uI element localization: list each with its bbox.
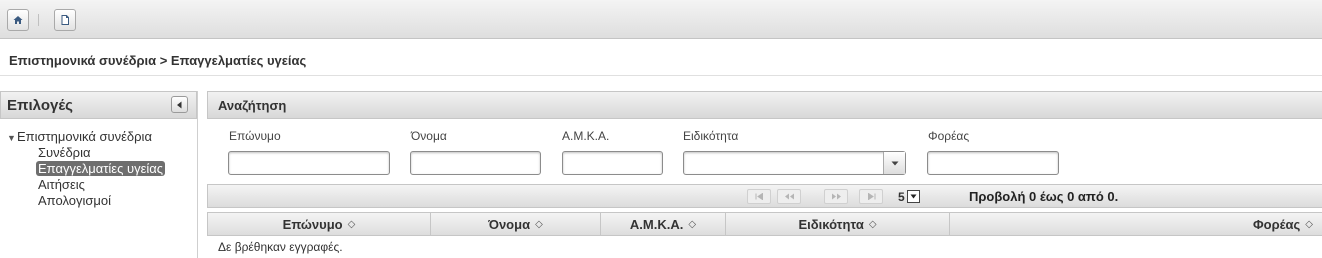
sort-icon: ◇ [347, 218, 356, 230]
rows-per-page-select[interactable]: 5 [898, 189, 920, 204]
column-header-name[interactable]: Όνομα ◇ [431, 213, 601, 235]
rows-per-page-value: 5 [898, 189, 905, 204]
chevron-down-icon [891, 161, 898, 165]
organization-input[interactable] [927, 151, 1059, 175]
sort-icon: ◇ [535, 218, 543, 230]
options-panel: Επιλογές ▼Επιστημονικά συνέδρια Συνέδρια… [0, 91, 198, 258]
triangle-left-icon [177, 101, 182, 108]
results-table-header: Επώνυμο ◇ Όνομα ◇ Α.Μ.Κ.Α. ◇ Ειδικότητα ◇ Φο… [207, 212, 1322, 236]
rows-per-page-dropdown-icon[interactable] [906, 190, 920, 203]
specialty-label: Ειδικότητα [683, 129, 739, 143]
divider [0, 75, 1322, 76]
paginator: 5 Προβολή 0 έως 0 από 0. [207, 184, 1322, 208]
column-header-surname[interactable]: Επώνυμο ◇ [208, 213, 431, 235]
first-page-icon [755, 193, 763, 200]
tree-item-health-professionals[interactable]: Επαγγελματίες υγείας [36, 161, 166, 176]
amka-label: Α.Μ.Κ.Α. [562, 129, 610, 143]
top-toolbar [0, 0, 1322, 39]
sort-icon: ◇ [868, 218, 877, 230]
search-panel-title: Αναζήτηση [218, 98, 287, 113]
surname-label: Επώνυμο [229, 129, 281, 143]
tree-item-applications[interactable]: Αιτήσεις [38, 177, 85, 192]
expand-toggle-icon[interactable]: ▼ [7, 133, 17, 143]
name-label: Όνομα [411, 129, 447, 143]
search-panel-header: Αναζήτηση [207, 91, 1322, 119]
collapse-panel-button[interactable] [171, 96, 188, 113]
options-panel-title: Επιλογές [7, 97, 73, 114]
pagination-info: Προβολή 0 έως 0 από 0. [969, 189, 1119, 204]
options-panel-header: Επιλογές [0, 91, 197, 119]
tree-root-conferences[interactable]: ▼Επιστημονικά συνέδρια [7, 129, 152, 144]
empty-results-message: Δε βρέθηκαν εγγραφές. [218, 240, 343, 254]
surname-input[interactable] [228, 151, 390, 175]
next-page-button[interactable] [824, 189, 848, 204]
last-page-button[interactable] [859, 189, 883, 204]
sort-icon: ◇ [1305, 218, 1313, 230]
home-button[interactable] [7, 9, 29, 31]
organization-label: Φορέας [928, 129, 970, 143]
previous-page-icon [784, 193, 794, 200]
amka-input[interactable] [562, 151, 663, 175]
home-icon [13, 16, 23, 24]
previous-page-button[interactable] [777, 189, 801, 204]
column-header-organization[interactable]: Φορέας ◇ [950, 213, 1321, 235]
next-page-icon [831, 193, 841, 200]
specialty-dropdown-button[interactable] [883, 152, 905, 174]
tree-item-conferences[interactable]: Συνέδρια [38, 145, 90, 160]
toolbar-separator [38, 14, 39, 26]
name-input[interactable] [410, 151, 541, 175]
first-page-button[interactable] [747, 189, 771, 204]
sort-icon: ◇ [688, 218, 697, 230]
page-icon [61, 15, 69, 25]
column-header-specialty[interactable]: Ειδικότητα ◇ [726, 213, 950, 235]
tree-item-reports[interactable]: Απολογισμοί [38, 193, 111, 208]
specialty-select[interactable] [683, 151, 906, 175]
page-button[interactable] [54, 9, 76, 31]
main-content: Αναζήτηση Επώνυμο Όνομα Α.Μ.Κ.Α. Ειδικότ… [207, 91, 1322, 258]
breadcrumb: Επιστημονικά συνέδρια > Επαγγελματίες υγ… [9, 53, 307, 68]
last-page-icon [867, 193, 875, 200]
column-header-amka[interactable]: Α.Μ.Κ.Α. ◇ [601, 213, 726, 235]
tree-root-label: Επιστημονικά συνέδρια [17, 129, 152, 144]
